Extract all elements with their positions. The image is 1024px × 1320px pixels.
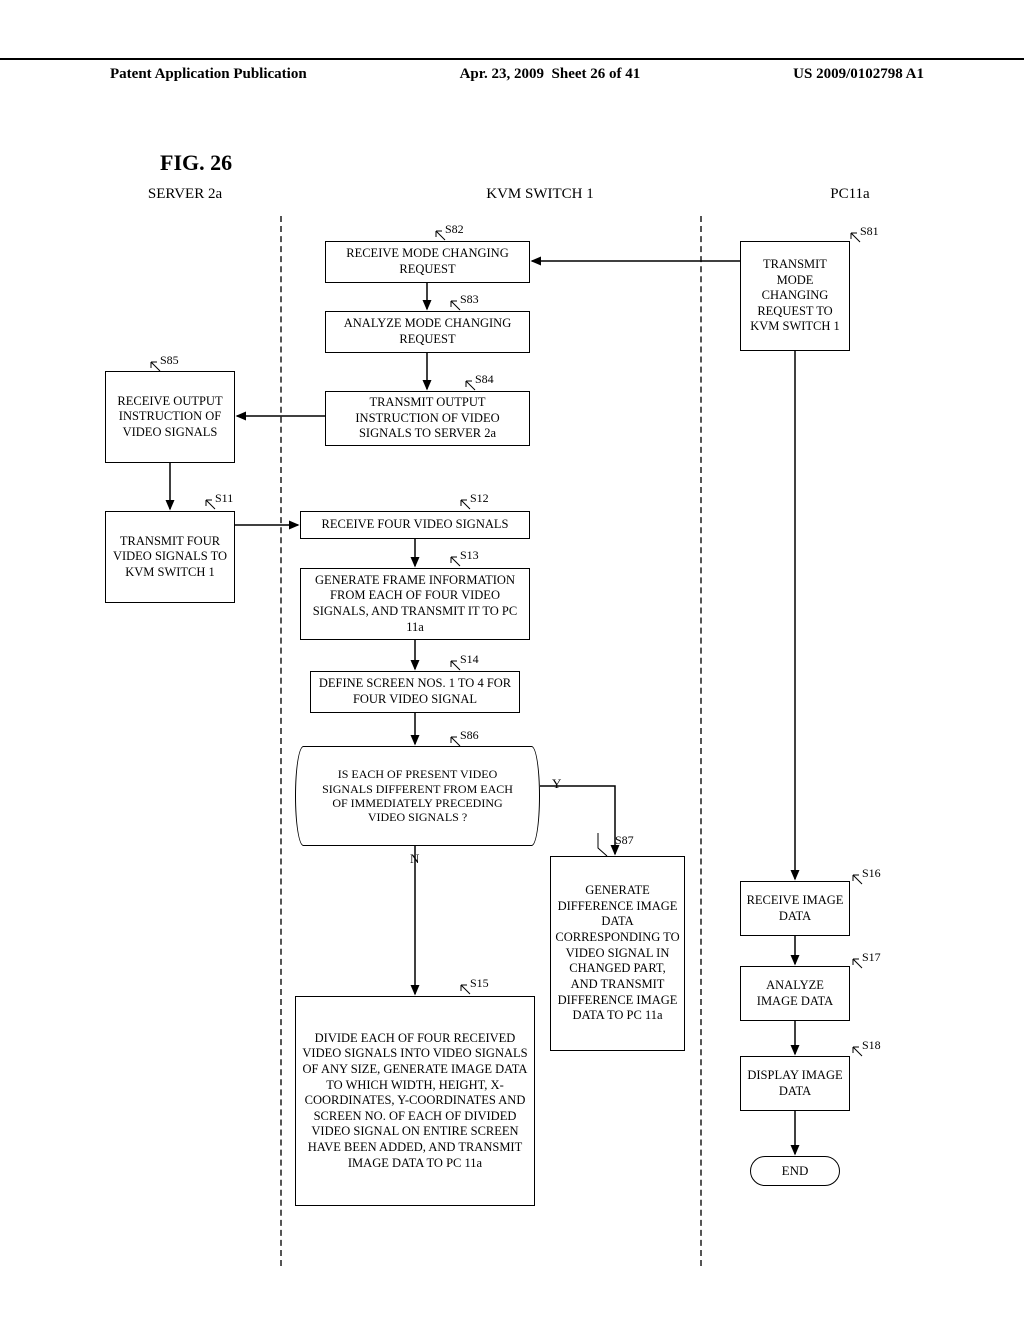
step-s18: DISPLAY IMAGE DATA (740, 1056, 850, 1111)
column-headers: SERVER 2a KVM SWITCH 1 PC11a (100, 186, 930, 210)
step-s83: ANALYZE MODE CHANGING REQUEST (325, 311, 530, 353)
step-label-s86: S86 (460, 728, 479, 743)
step-s12: RECEIVE FOUR VIDEO SIGNALS (300, 511, 530, 539)
step-s82: RECEIVE MODE CHANGING REQUEST (325, 241, 530, 283)
header-left: Patent Application Publication (110, 66, 307, 83)
step-s11: TRANSMIT FOUR VIDEO SIGNALS TO KVM SWITC… (105, 511, 235, 603)
step-label-s82: S82 (445, 222, 464, 237)
decision-s86: IS EACH OF PRESENT VIDEO SIGNALS DIFFERE… (295, 746, 540, 846)
step-label-s87: S87 (615, 833, 634, 848)
step-s16: RECEIVE IMAGE DATA (740, 881, 850, 936)
step-s14: DEFINE SCREEN NOS. 1 TO 4 FOR FOUR VIDEO… (310, 671, 520, 713)
step-label-s12: S12 (470, 491, 489, 506)
step-label-s15: S15 (470, 976, 489, 991)
step-label-s13: S13 (460, 548, 479, 563)
figure-label: FIG. 26 (160, 150, 930, 176)
step-s17: ANALYZE IMAGE DATA (740, 966, 850, 1021)
lane-divider (700, 216, 702, 1266)
step-label-s85: S85 (160, 353, 179, 368)
figure-content: FIG. 26 SERVER 2a KVM SWITCH 1 PC11a TRA… (100, 150, 930, 1270)
lane-divider (280, 216, 282, 1266)
header-right: US 2009/0102798 A1 (793, 66, 924, 83)
step-s84: TRANSMIT OUTPUT INSTRUCTION OF VIDEO SIG… (325, 391, 530, 446)
header-center: Apr. 23, 2009 Sheet 26 of 41 (460, 66, 641, 83)
step-label-s16: S16 (862, 866, 881, 881)
step-label-s18: S18 (862, 1038, 881, 1053)
column-pc: PC11a (770, 186, 930, 210)
step-s85: RECEIVE OUTPUT INSTRUCTION OF VIDEO SIGN… (105, 371, 235, 463)
step-s13: GENERATE FRAME INFORMATION FROM EACH OF … (300, 568, 530, 640)
step-label-s81: S81 (860, 224, 879, 239)
column-server: SERVER 2a (100, 186, 270, 210)
step-label-s14: S14 (460, 652, 479, 667)
branch-yes: Y (552, 776, 561, 792)
step-label-s84: S84 (475, 372, 494, 387)
step-label-s17: S17 (862, 950, 881, 965)
step-s87: GENERATE DIFFERENCE IMAGE DATA CORRESPON… (550, 856, 685, 1051)
step-label-s11: S11 (215, 491, 233, 506)
step-label-s83: S83 (460, 292, 479, 307)
column-kvm: KVM SWITCH 1 (375, 186, 705, 210)
terminator-end: END (750, 1156, 840, 1186)
page-header: Patent Application Publication Apr. 23, … (0, 58, 1024, 83)
step-s15: DIVIDE EACH OF FOUR RECEIVED VIDEO SIGNA… (295, 996, 535, 1206)
step-s81: TRANSMIT MODE CHANGING REQUEST TO KVM SW… (740, 241, 850, 351)
branch-no: N (410, 851, 419, 867)
